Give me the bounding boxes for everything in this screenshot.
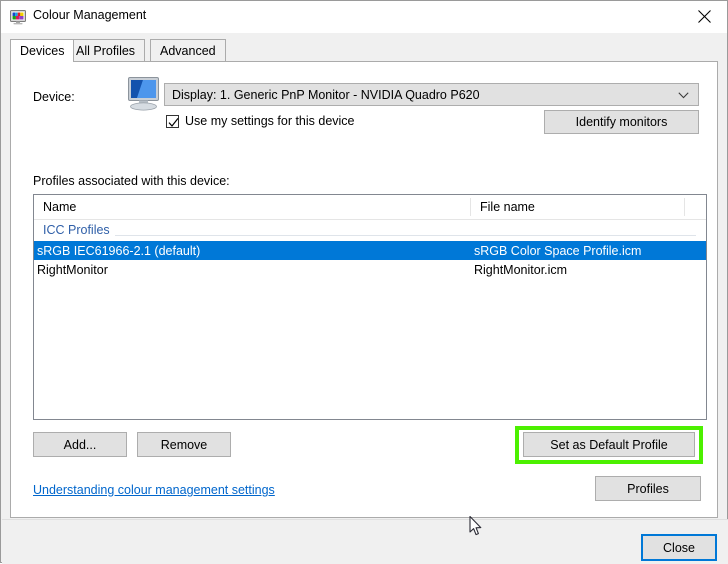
device-select-value: Display: 1. Generic PnP Monitor - NVIDIA… — [172, 87, 480, 102]
table-row[interactable]: sRGB IEC61966-2.1 (default) sRGB Color S… — [34, 241, 706, 260]
tab-all-profiles[interactable]: All Profiles — [66, 39, 146, 62]
monitor-icon — [125, 75, 165, 113]
title-bar: Colour Management — [1, 1, 727, 33]
tab-all-profiles-label: All Profiles — [76, 44, 136, 58]
tab-strip: Devices All Profiles Advanced — [10, 39, 718, 62]
identify-monitors-button[interactable]: Identify monitors — [544, 110, 699, 134]
tab-advanced[interactable]: Advanced — [150, 39, 226, 62]
checkbox-box — [166, 114, 179, 128]
dialog-footer: Close — [2, 519, 728, 564]
set-as-default-profile-button[interactable]: Set as Default Profile — [523, 432, 695, 457]
devices-tab-panel: Device: Display: 1. Generic PnP Monitor … — [10, 61, 718, 518]
profile-name-cell: sRGB IEC61966-2.1 (default) — [37, 243, 201, 258]
profiles-button-label: Profiles — [627, 481, 669, 496]
chevron-down-icon — [678, 92, 689, 99]
checkmark-icon — [168, 117, 179, 127]
profiles-group-label: ICC Profiles — [43, 223, 115, 237]
understanding-colour-management-link[interactable]: Understanding colour management settings — [33, 483, 275, 497]
profile-name-cell: RightMonitor — [37, 262, 108, 277]
close-dialog-button[interactable]: Close — [641, 534, 717, 561]
column-header-name-label: Name — [43, 200, 77, 214]
device-select[interactable]: Display: 1. Generic PnP Monitor - NVIDIA… — [164, 83, 699, 106]
profile-file-cell: RightMonitor.icm — [474, 262, 568, 277]
profile-file-cell: sRGB Color Space Profile.icm — [474, 243, 642, 258]
add-button[interactable]: Add... — [33, 432, 127, 457]
remove-button[interactable]: Remove — [137, 432, 231, 457]
close-icon — [697, 9, 711, 23]
add-button-label: Add... — [63, 437, 97, 452]
profiles-button[interactable]: Profiles — [595, 476, 701, 501]
column-divider-2[interactable] — [684, 198, 685, 216]
identify-monitors-label: Identify monitors — [575, 115, 668, 129]
set-as-default-profile-label: Set as Default Profile — [550, 437, 668, 452]
remove-button-label: Remove — [160, 437, 208, 452]
profiles-caption: Profiles associated with this device: — [33, 174, 230, 188]
colour-management-dialog: Colour Management Devices All Profiles A… — [0, 0, 728, 564]
profiles-list[interactable]: Name File name ICC Profiles sRGB IEC6196… — [33, 194, 707, 420]
column-header-file-name-label: File name — [480, 200, 535, 214]
colour-management-monitor-icon — [10, 9, 26, 25]
window-title: Colour Management — [33, 8, 147, 22]
device-label: Device: — [33, 90, 75, 104]
profiles-list-header: Name File name — [34, 195, 706, 220]
column-header-file-name[interactable]: File name — [471, 195, 684, 219]
table-row[interactable]: RightMonitor RightMonitor.icm — [34, 260, 706, 279]
close-window-button[interactable] — [681, 1, 727, 31]
column-header-name[interactable]: Name — [34, 195, 470, 219]
close-dialog-label: Close — [663, 540, 695, 555]
profiles-group-rule — [43, 235, 696, 236]
tab-advanced-label: Advanced — [160, 44, 216, 58]
tab-devices[interactable]: Devices — [10, 39, 75, 62]
profiles-group-header: ICC Profiles — [34, 220, 706, 241]
use-my-settings-label: Use my settings for this device — [185, 114, 355, 128]
use-my-settings-checkbox[interactable]: Use my settings for this device — [166, 114, 355, 128]
tab-devices-label: Devices — [20, 44, 65, 58]
